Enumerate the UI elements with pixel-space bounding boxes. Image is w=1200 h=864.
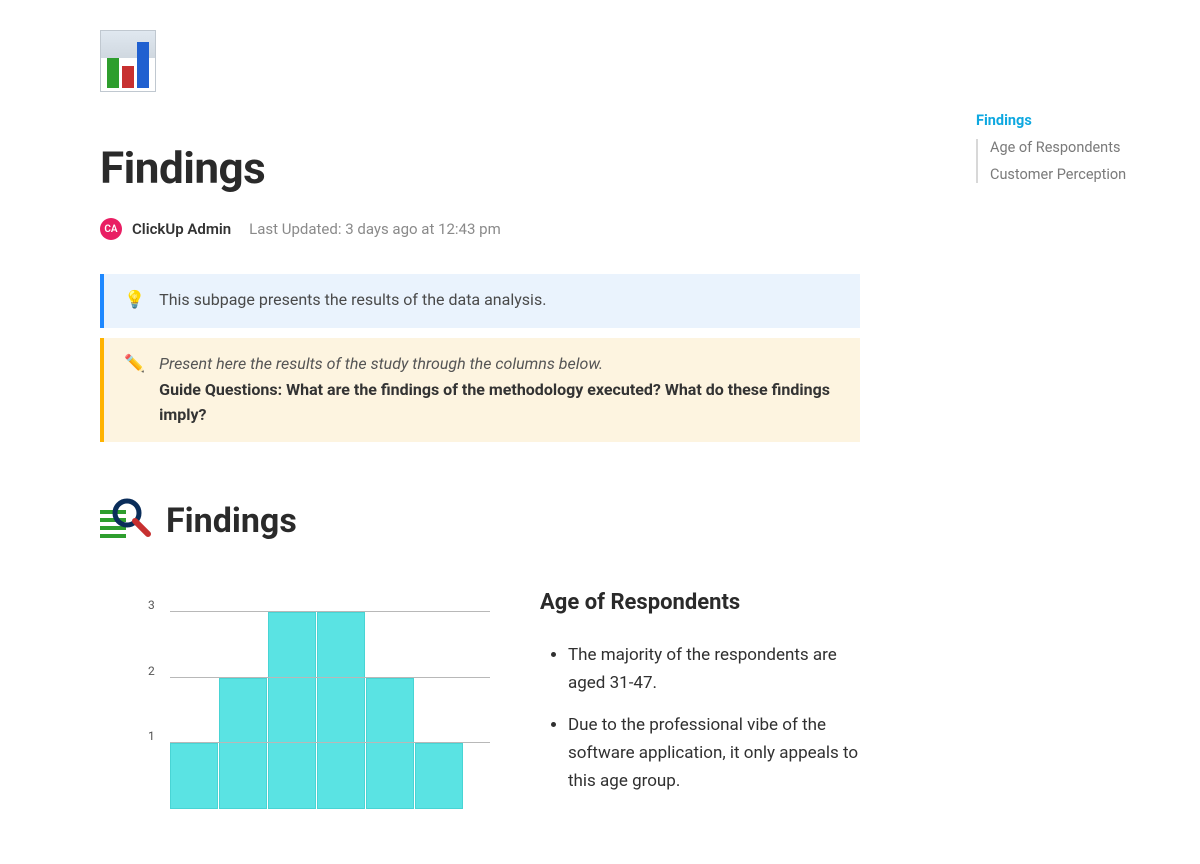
list-item: The majority of the respondents are aged… bbox=[568, 641, 860, 697]
section-heading: Findings bbox=[100, 500, 860, 542]
author-avatar[interactable]: CA bbox=[100, 218, 122, 240]
icon-bar-green bbox=[107, 58, 119, 88]
guide-callout-body: Present here the results of the study th… bbox=[159, 352, 840, 428]
histogram-chart: 1 2 3 bbox=[140, 582, 490, 842]
chart-column: 1 2 3 bbox=[100, 582, 490, 842]
chart-gridline bbox=[170, 677, 490, 678]
findings-list: The majority of the respondents are aged… bbox=[540, 641, 860, 795]
list-item: Due to the professional vibe of the soft… bbox=[568, 711, 860, 795]
bar-chart-page-icon bbox=[100, 30, 156, 92]
table-of-contents: Findings Age of Respondents Customer Perc… bbox=[976, 112, 1166, 183]
content-columns: 1 2 3 Age of Respondents The majority of t… bbox=[100, 582, 860, 842]
toc-item[interactable]: Age of Respondents bbox=[990, 139, 1166, 156]
toc-item[interactable]: Customer Perception bbox=[990, 166, 1166, 183]
info-callout-body: This subpage presents the results of the… bbox=[159, 288, 546, 313]
icon-bar-blue bbox=[137, 42, 149, 88]
icon-bar-red bbox=[122, 66, 134, 88]
chart-y-tick: 1 bbox=[148, 729, 155, 743]
updated-label: Last Updated: bbox=[249, 220, 341, 238]
guide-questions: Guide Questions: What are the findings o… bbox=[159, 378, 840, 428]
last-updated: Last Updated: 3 days ago at 12:43 pm bbox=[249, 220, 501, 238]
chart-bars bbox=[170, 589, 490, 809]
chart-bar bbox=[415, 743, 463, 809]
pencil-icon: ✏️ bbox=[124, 352, 145, 378]
info-callout-text: This subpage presents the results of the… bbox=[159, 288, 546, 313]
main-content: Findings CA ClickUp Admin Last Updated: … bbox=[0, 0, 960, 842]
chart-bar bbox=[268, 612, 316, 809]
text-column: Age of Respondents The majority of the r… bbox=[540, 582, 860, 809]
chart-bar bbox=[317, 612, 365, 809]
author-row: CA ClickUp Admin Last Updated: 3 days ag… bbox=[100, 218, 860, 240]
guide-intro: Present here the results of the study th… bbox=[159, 352, 840, 377]
lightbulb-icon: 💡 bbox=[124, 288, 145, 314]
info-callout: 💡 This subpage presents the results of t… bbox=[100, 274, 860, 328]
chart-y-tick: 3 bbox=[148, 598, 155, 612]
chart-gridline bbox=[170, 611, 490, 612]
chart-gridline bbox=[170, 742, 490, 743]
author-name: ClickUp Admin bbox=[132, 220, 231, 238]
magnifier-chart-icon bbox=[100, 500, 152, 542]
guide-callout: ✏️ Present here the results of the study… bbox=[100, 338, 860, 442]
page-title: Findings bbox=[100, 142, 860, 194]
toc-sublist: Age of Respondents Customer Perception bbox=[976, 139, 1166, 183]
updated-value: 3 days ago at 12:43 pm bbox=[345, 220, 501, 238]
chart-bar bbox=[170, 743, 218, 809]
subsection-title: Age of Respondents bbox=[540, 590, 860, 615]
section-title: Findings bbox=[166, 501, 297, 541]
chart-y-tick: 2 bbox=[148, 664, 155, 678]
toc-root-item[interactable]: Findings bbox=[976, 112, 1166, 129]
